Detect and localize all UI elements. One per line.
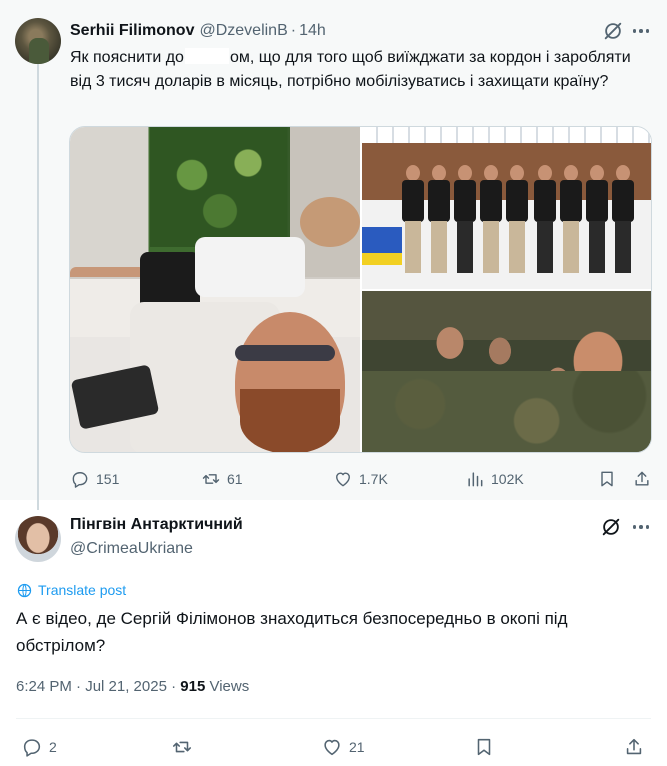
translate-post-link[interactable]: Translate post [16,581,126,599]
share-icon [635,471,649,486]
tweet-text: Як пояснити до ом, що для того щоб виїждж… [70,48,631,90]
grok-icon[interactable] [602,20,624,42]
repost-button[interactable]: 61 [201,468,243,490]
bookmark-button[interactable] [473,735,495,759]
like-icon [324,739,340,756]
more-icon[interactable] [630,20,652,42]
redaction-block [184,48,229,64]
avatar[interactable] [15,18,61,64]
views-icon [468,472,483,487]
reply-button[interactable]: 2 [21,735,57,759]
like-icon [336,472,350,487]
like-button[interactable]: 1.7K [333,468,388,490]
views-count: 915 [180,678,206,695]
translate-label[interactable]: Translate post [38,582,126,598]
bookmark-button[interactable] [597,468,617,490]
divider [16,718,651,719]
repost-count: 61 [227,471,243,487]
separator-dot: · [290,22,297,39]
tweet-actions: 2 21 [16,735,652,759]
author-handle[interactable]: @CrimeaUkriane [70,540,193,558]
reply-count: 151 [96,471,120,487]
photo-3[interactable] [362,291,651,452]
reply-button[interactable]: 151 [70,468,119,490]
reply-icon [72,472,88,488]
repost-icon [172,741,192,753]
reply-icon [23,739,41,757]
more-icon[interactable] [630,516,652,538]
parent-tweet[interactable]: Serhii Filimonov @DzevelinB · 14h Як поя… [0,0,667,510]
share-icon [626,738,642,755]
tweet-metadata: 6:24 PM · Jul 21, 2025 · 915 Views [16,678,249,695]
photo-1[interactable] [70,127,360,452]
author-name[interactable]: Пінгвін Антарктичний [70,516,243,534]
avatar[interactable] [15,516,61,562]
views-label: Views [205,678,250,695]
bookmark-icon [601,471,613,487]
repost-icon [202,474,220,484]
like-count: 21 [349,739,365,755]
tweet-timestamp[interactable]: 6:24 PM · Jul 21, 2025 · [16,678,180,695]
reply-count: 2 [49,739,57,755]
like-button[interactable]: 21 [321,735,365,759]
author-name[interactable]: Serhii Filimonov [70,22,194,40]
author-handle[interactable]: @DzevelinB [199,22,287,40]
photo-2[interactable] [362,127,651,289]
share-button[interactable] [632,468,652,490]
tweet-media-grid [69,126,652,453]
grok-icon[interactable] [600,516,622,538]
tweet-time[interactable]: 14h [299,22,326,40]
views-button[interactable]: 102K [465,468,524,490]
thread-connector-line [37,64,39,510]
translate-icon [17,583,32,597]
bookmark-icon [477,738,491,756]
share-button[interactable] [623,735,645,759]
tweet-header: Serhii Filimonov @DzevelinB · 14h [70,20,326,42]
repost-button[interactable] [171,735,193,759]
tweet-text: А є відео, де Сергій Філімонов знаходить… [16,609,568,655]
tweet-actions: 151 61 1.7K 102K [70,468,652,490]
views-count: 102K [491,471,524,487]
like-count: 1.7K [359,471,388,487]
